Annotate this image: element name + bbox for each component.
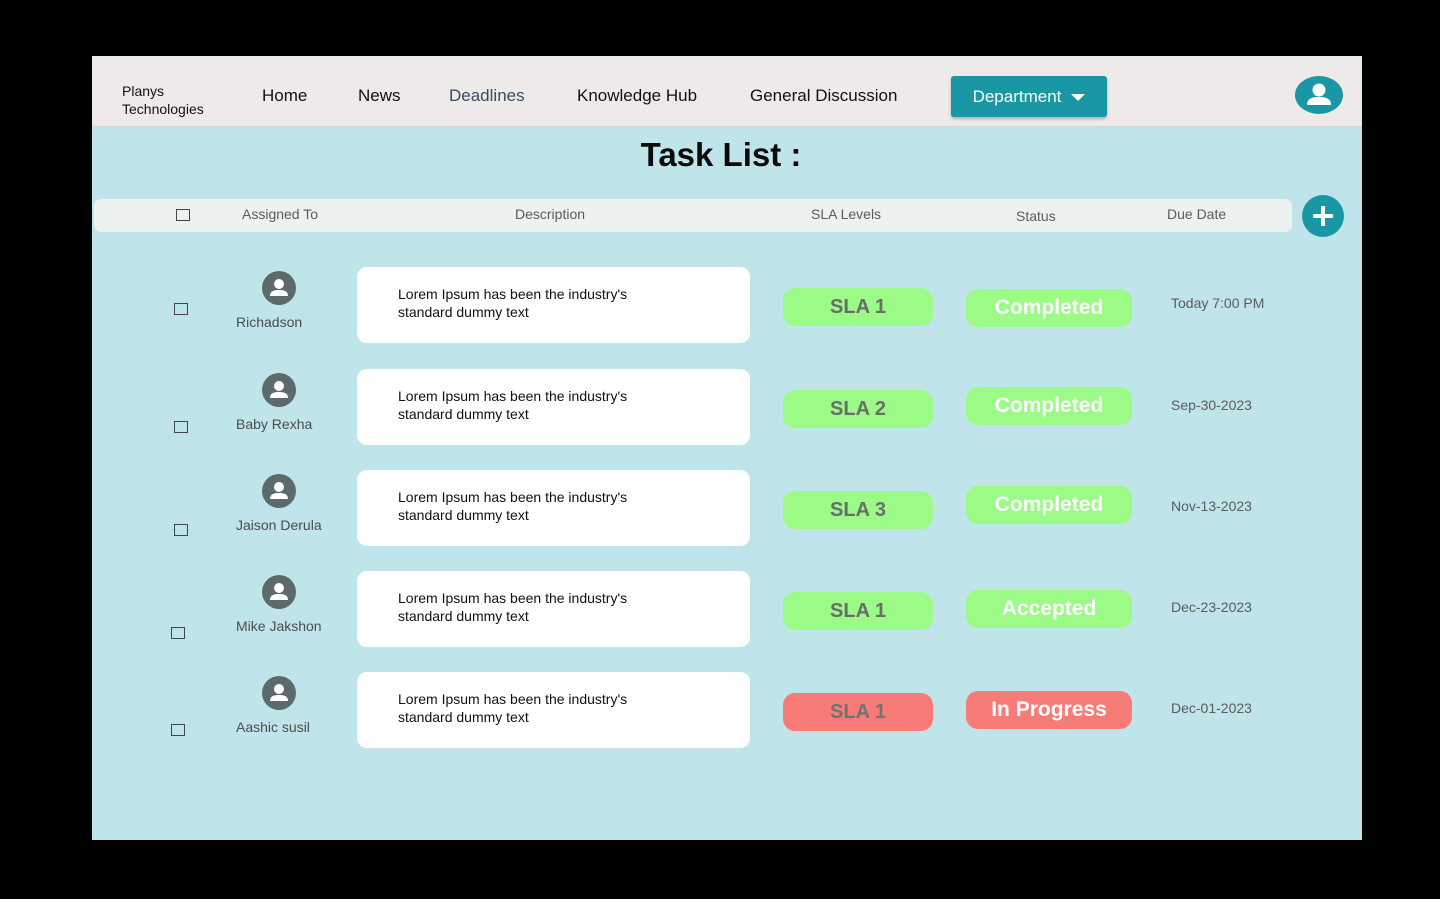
sla-badge: SLA 3 <box>783 491 933 529</box>
header-description: Description <box>515 206 586 222</box>
description-text: Lorem Ipsum has been the industry's stan… <box>398 590 628 624</box>
chevron-down-icon <box>1071 94 1086 101</box>
nav-deadlines[interactable]: Deadlines <box>449 86 525 106</box>
nav-general-discussion[interactable]: General Discussion <box>750 86 897 106</box>
due-date: Dec-23-2023 <box>1171 599 1252 615</box>
description-card[interactable]: Lorem Ipsum has been the industry's stan… <box>357 571 750 647</box>
sla-badge: SLA 1 <box>783 288 933 326</box>
user-icon <box>270 381 288 398</box>
add-task-button[interactable] <box>1302 195 1344 237</box>
header-assigned-to: Assigned To <box>242 206 319 222</box>
select-all-checkbox[interactable] <box>176 209 190 221</box>
app-frame: Planys Technologies Home News Deadlines … <box>92 56 1362 840</box>
description-card[interactable]: Lorem Ipsum has been the industry's stan… <box>357 267 750 343</box>
nav-news[interactable]: News <box>358 86 401 106</box>
header-sla-levels: SLA Levels <box>811 206 882 222</box>
department-label: Department <box>972 86 1062 106</box>
avatar <box>262 373 296 407</box>
description-text: Lorem Ipsum has been the industry's stan… <box>398 489 628 523</box>
avatar <box>262 474 296 508</box>
assignee-name: Baby Rexha <box>236 416 313 432</box>
table-row: Baby Rexha Lorem Ipsum has been the indu… <box>92 369 1362 449</box>
assignee-name: Mike Jakshon <box>236 618 322 634</box>
avatar <box>262 271 296 305</box>
user-icon <box>270 684 288 701</box>
user-icon <box>270 482 288 499</box>
table-row: Jaison Derula Lorem Ipsum has been the i… <box>92 470 1362 550</box>
header-status: Status <box>1016 208 1056 224</box>
description-text: Lorem Ipsum has been the industry's stan… <box>398 388 628 422</box>
description-text: Lorem Ipsum has been the industry's stan… <box>398 691 628 725</box>
due-date: Dec-01-2023 <box>1171 700 1252 716</box>
department-dropdown-button[interactable]: Department <box>951 76 1107 117</box>
sla-badge: SLA 2 <box>783 390 933 428</box>
row-checkbox[interactable] <box>171 724 185 736</box>
assignee-name: Richadson <box>236 314 303 330</box>
table-row: Aashic susil Lorem Ipsum has been the in… <box>92 672 1362 752</box>
status-badge[interactable]: Completed <box>966 387 1132 425</box>
sla-badge: SLA 1 <box>783 592 933 630</box>
due-date: Nov-13-2023 <box>1171 498 1252 514</box>
table-row: Mike Jakshon Lorem Ipsum has been the in… <box>92 571 1362 651</box>
status-badge[interactable]: Completed <box>966 486 1132 524</box>
avatar <box>262 575 296 609</box>
assignee-name: Aashic susil <box>236 719 310 735</box>
description-text: Lorem Ipsum has been the industry's stan… <box>398 286 628 320</box>
assignee-name: Jaison Derula <box>236 517 322 533</box>
user-icon <box>270 583 288 600</box>
status-badge[interactable]: Completed <box>966 289 1132 327</box>
description-card[interactable]: Lorem Ipsum has been the industry's stan… <box>357 470 750 546</box>
avatar <box>262 676 296 710</box>
page-title: Task List : <box>640 136 802 173</box>
table-header: Assigned To Description SLA Levels Statu… <box>94 199 1292 232</box>
profile-button[interactable] <box>1295 76 1343 114</box>
description-card[interactable]: Lorem Ipsum has been the industry's stan… <box>357 672 750 748</box>
status-badge[interactable]: Accepted <box>966 590 1132 628</box>
nav-home[interactable]: Home <box>262 86 307 106</box>
brand-name: Planys Technologies <box>122 83 204 117</box>
row-checkbox[interactable] <box>174 524 188 536</box>
row-checkbox[interactable] <box>174 421 188 433</box>
top-nav-bar: Planys Technologies Home News Deadlines … <box>92 56 1362 127</box>
sla-badge: SLA 1 <box>783 693 933 731</box>
status-badge[interactable]: In Progress <box>966 691 1132 729</box>
nav-knowledge-hub[interactable]: Knowledge Hub <box>577 86 697 106</box>
user-icon <box>1307 83 1331 105</box>
due-date: Sep-30-2023 <box>1171 397 1252 413</box>
row-checkbox[interactable] <box>171 627 185 639</box>
due-date: Today 7:00 PM <box>1171 295 1265 311</box>
user-icon <box>270 279 288 296</box>
row-checkbox[interactable] <box>174 303 188 315</box>
description-card[interactable]: Lorem Ipsum has been the industry's stan… <box>357 369 750 445</box>
table-row: Richadson Lorem Ipsum has been the indus… <box>92 267 1362 347</box>
header-due-date: Due Date <box>1167 206 1227 222</box>
